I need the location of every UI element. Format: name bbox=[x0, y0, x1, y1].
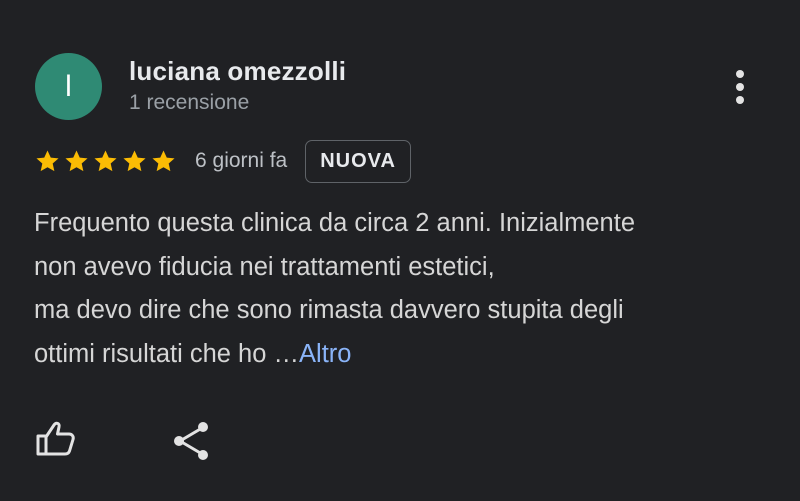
review-line: ma devo dire che sono rimasta davvero st… bbox=[34, 296, 624, 324]
review-line-text: ottimi risultati che ho … bbox=[34, 339, 300, 368]
new-badge: NUOVA bbox=[305, 139, 411, 183]
star-rating bbox=[34, 148, 177, 175]
menu-dot bbox=[736, 96, 744, 104]
star-icon bbox=[152, 149, 175, 171]
review-line-last: ottimi risultati che ho …Altro bbox=[34, 333, 774, 377]
review-line: Frequento questa clinica da circa 2 anni… bbox=[34, 209, 636, 237]
author-name[interactable]: luciana omezzolli bbox=[129, 56, 346, 87]
star-icon bbox=[65, 149, 88, 171]
review-date: 6 giorni fa bbox=[195, 149, 288, 172]
avatar[interactable]: l bbox=[35, 53, 102, 120]
share-icon bbox=[174, 422, 208, 460]
avatar-initial: l bbox=[65, 69, 72, 103]
review-line: non avevo fiducia nei trattamenti esteti… bbox=[34, 252, 495, 281]
star-icon bbox=[94, 149, 117, 171]
like-button[interactable] bbox=[34, 417, 78, 461]
star-icon bbox=[123, 149, 146, 171]
menu-dot bbox=[736, 70, 744, 78]
more-vert-icon[interactable] bbox=[724, 66, 756, 108]
star-icon bbox=[36, 149, 59, 171]
thumb-up-icon bbox=[36, 421, 75, 456]
review-text: Frequento questa clinica da circa 2 anni… bbox=[34, 202, 774, 376]
share-button[interactable] bbox=[170, 417, 214, 461]
rating-row: 6 giorni fa NUOVA bbox=[34, 138, 411, 184]
more-link[interactable]: Altro bbox=[299, 340, 351, 368]
menu-dot bbox=[736, 83, 744, 91]
review-card: l luciana omezzolli 1 recensione 6 giorn… bbox=[0, 0, 800, 501]
review-count: 1 recensione bbox=[129, 91, 250, 114]
